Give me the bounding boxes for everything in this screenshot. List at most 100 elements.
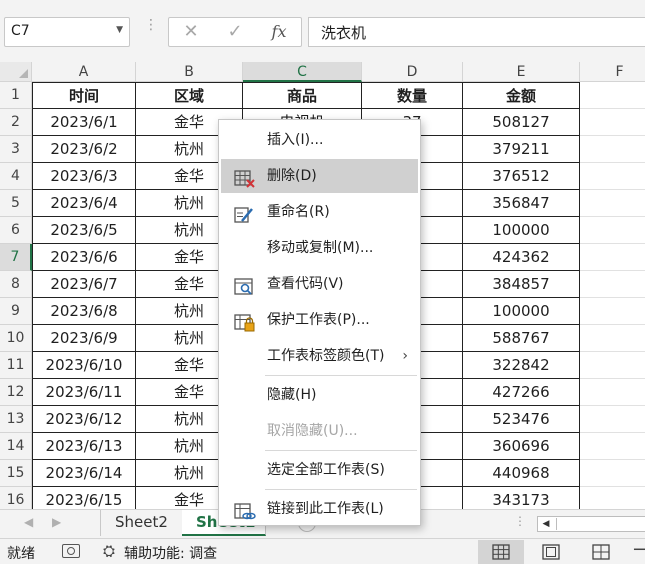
scroll-left-icon[interactable]: ◀ <box>538 517 554 531</box>
formula-input[interactable]: 洗衣机 <box>308 17 645 47</box>
page-break-view-button[interactable] <box>578 540 624 564</box>
macro-recording-icon[interactable] <box>62 544 80 558</box>
table-cell[interactable]: 100000 <box>463 217 580 244</box>
row-header[interactable]: 4 <box>0 163 32 190</box>
empty-cell[interactable] <box>580 244 645 271</box>
table-cell[interactable]: 2023/6/14 <box>32 460 136 487</box>
sheet-tab-sheet2[interactable]: Sheet2 <box>100 510 183 536</box>
row-header[interactable]: 1 <box>0 82 32 109</box>
row-header[interactable]: 6 <box>0 217 32 244</box>
column-header[interactable]: E <box>463 62 580 82</box>
empty-cell[interactable] <box>580 433 645 460</box>
normal-view-button[interactable] <box>478 540 524 564</box>
column-header[interactable]: A <box>32 62 136 82</box>
table-cell[interactable]: 2023/6/8 <box>32 298 136 325</box>
table-cell[interactable]: 343173 <box>463 487 580 509</box>
scroll-tabs-left-icon[interactable]: ◀ <box>24 515 33 529</box>
menu-item[interactable]: 链接到此工作表(L) <box>221 492 418 526</box>
table-cell[interactable]: 588767 <box>463 325 580 352</box>
empty-cell[interactable] <box>580 325 645 352</box>
table-header-cell[interactable]: 商品 <box>243 82 362 109</box>
table-cell[interactable]: 2023/6/7 <box>32 271 136 298</box>
table-cell[interactable]: 379211 <box>463 136 580 163</box>
enter-icon[interactable]: ✓ <box>215 18 255 46</box>
empty-cell[interactable] <box>580 352 645 379</box>
table-cell[interactable]: 2023/6/15 <box>32 487 136 509</box>
scrollbar-thumb[interactable] <box>556 518 645 530</box>
table-cell[interactable]: 508127 <box>463 109 580 136</box>
table-header-cell[interactable]: 时间 <box>32 82 136 109</box>
table-cell[interactable]: 322842 <box>463 352 580 379</box>
row-header[interactable]: 5 <box>0 190 32 217</box>
table-cell[interactable]: 523476 <box>463 406 580 433</box>
table-header-cell[interactable]: 金额 <box>463 82 580 109</box>
row-header[interactable]: 15 <box>0 460 32 487</box>
chevron-down-icon[interactable]: ▼ <box>116 25 123 35</box>
accessibility-status[interactable]: 辅助功能: 调查 <box>124 543 217 563</box>
row-header[interactable]: 7 <box>0 244 32 271</box>
table-cell[interactable]: 2023/6/9 <box>32 325 136 352</box>
table-cell[interactable]: 2023/6/13 <box>32 433 136 460</box>
table-cell[interactable]: 376512 <box>463 163 580 190</box>
table-cell[interactable]: 424362 <box>463 244 580 271</box>
table-cell[interactable]: 2023/6/1 <box>32 109 136 136</box>
table-cell[interactable]: 360696 <box>463 433 580 460</box>
menu-item[interactable]: 移动或复制(M)... <box>221 231 418 265</box>
table-cell[interactable]: 2023/6/6 <box>32 244 136 271</box>
table-cell[interactable]: 427266 <box>463 379 580 406</box>
row-header[interactable]: 11 <box>0 352 32 379</box>
empty-cell[interactable] <box>580 217 645 244</box>
row-header[interactable]: 16 <box>0 487 32 509</box>
column-header[interactable]: D <box>362 62 463 82</box>
empty-cell[interactable] <box>580 271 645 298</box>
menu-item[interactable]: 查看代码(V) <box>221 267 418 301</box>
table-cell[interactable]: 2023/6/4 <box>32 190 136 217</box>
empty-cell[interactable] <box>580 190 645 217</box>
empty-cell[interactable] <box>580 406 645 433</box>
name-box[interactable]: C7 ▼ <box>4 17 130 47</box>
formula-bar-grip-icon[interactable]: ⋮ <box>144 18 158 42</box>
menu-item[interactable]: 保护工作表(P)... <box>221 303 418 337</box>
row-header[interactable]: 9 <box>0 298 32 325</box>
accessibility-icon[interactable]: ⛭ <box>103 542 115 560</box>
table-cell[interactable]: 2023/6/3 <box>32 163 136 190</box>
row-header[interactable]: 13 <box>0 406 32 433</box>
empty-cell[interactable] <box>580 109 645 136</box>
menu-item[interactable]: 删除(D) <box>221 159 418 193</box>
table-cell[interactable]: 100000 <box>463 298 580 325</box>
table-cell[interactable]: 2023/6/2 <box>32 136 136 163</box>
table-cell[interactable]: 2023/6/12 <box>32 406 136 433</box>
menu-item[interactable]: 插入(I)... <box>221 123 418 157</box>
column-header[interactable]: C <box>243 62 362 82</box>
menu-item[interactable]: 重命名(R) <box>221 195 418 229</box>
row-header[interactable]: 14 <box>0 433 32 460</box>
scroll-tabs-right-icon[interactable]: ▶ <box>52 515 61 529</box>
row-header[interactable]: 3 <box>0 136 32 163</box>
table-cell[interactable]: 384857 <box>463 271 580 298</box>
empty-cell[interactable] <box>580 379 645 406</box>
table-cell[interactable]: 440968 <box>463 460 580 487</box>
select-all-button[interactable] <box>0 62 32 82</box>
empty-cell[interactable] <box>580 163 645 190</box>
table-cell[interactable]: 2023/6/10 <box>32 352 136 379</box>
row-header[interactable]: 2 <box>0 109 32 136</box>
empty-cell[interactable] <box>580 82 645 109</box>
table-header-cell[interactable]: 区域 <box>136 82 243 109</box>
tab-split-grip-icon[interactable]: ⋮ <box>514 514 526 528</box>
page-layout-view-button[interactable] <box>528 540 574 564</box>
menu-item[interactable]: 选定全部工作表(S) <box>221 453 418 487</box>
table-header-cell[interactable]: 数量 <box>362 82 463 109</box>
row-header[interactable]: 8 <box>0 271 32 298</box>
column-header[interactable]: B <box>136 62 243 82</box>
empty-cell[interactable] <box>580 136 645 163</box>
empty-cell[interactable] <box>580 487 645 509</box>
column-header[interactable]: F <box>580 62 645 82</box>
table-cell[interactable]: 2023/6/5 <box>32 217 136 244</box>
row-header[interactable]: 12 <box>0 379 32 406</box>
menu-item[interactable]: 隐藏(H) <box>221 378 418 412</box>
table-cell[interactable]: 356847 <box>463 190 580 217</box>
table-cell[interactable]: 2023/6/11 <box>32 379 136 406</box>
empty-cell[interactable] <box>580 298 645 325</box>
menu-item[interactable]: 工作表标签颜色(T) › <box>221 339 418 373</box>
cancel-icon[interactable]: ✕ <box>171 18 211 46</box>
